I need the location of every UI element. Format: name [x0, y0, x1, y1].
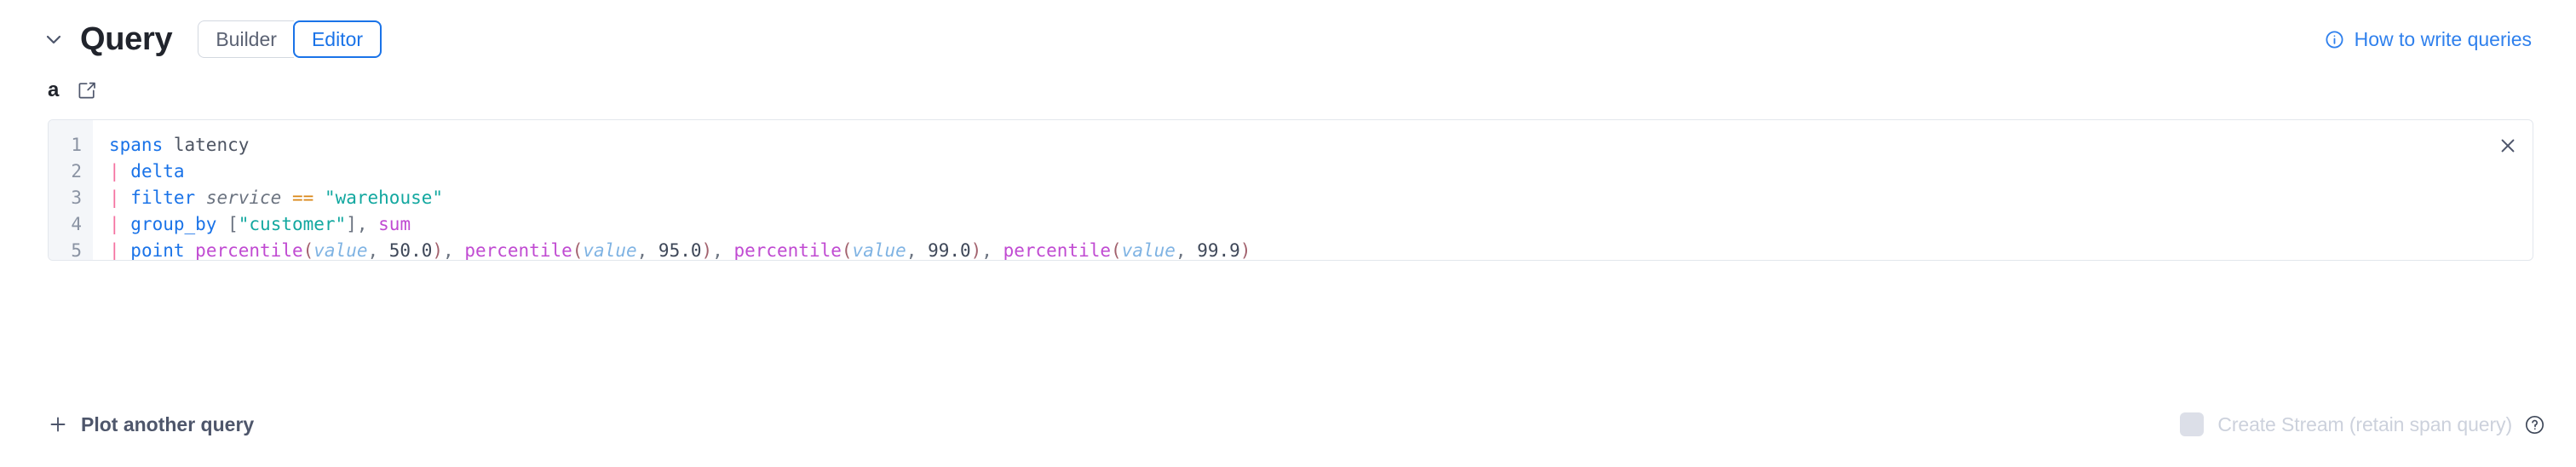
- create-stream-group[interactable]: Create Stream (retain span query): [2180, 412, 2545, 436]
- code-token: 99.9: [1197, 240, 1240, 260]
- code-token: ,: [1175, 240, 1198, 260]
- code-token: percentile: [1003, 240, 1112, 260]
- editor-code-area[interactable]: spans latency | delta | filter service =…: [93, 120, 2533, 260]
- code-token: "customer": [238, 214, 347, 234]
- code-line: | point percentile(value, 50.0), percent…: [109, 238, 2533, 260]
- query-letter-label: a: [48, 78, 60, 101]
- code-token: group_by: [130, 214, 217, 234]
- query-footer: Plot another query Create Stream (retain…: [0, 406, 2576, 443]
- plot-another-query-label: Plot another query: [81, 412, 255, 435]
- code-token: ): [701, 240, 713, 260]
- code-token: ): [432, 240, 444, 260]
- code-token: |: [109, 187, 131, 208]
- edit-pencil-icon[interactable]: [76, 79, 98, 101]
- tab-builder[interactable]: Builder: [198, 20, 294, 58]
- code-token: percentile: [195, 240, 303, 260]
- code-token: delta: [130, 161, 185, 182]
- code-line: | delta: [109, 159, 2533, 185]
- code-token: ): [970, 240, 982, 260]
- code-token: 99.0: [928, 240, 971, 260]
- code-token: ,: [367, 240, 389, 260]
- page-title: Query: [80, 20, 173, 57]
- code-token: ,: [712, 240, 734, 260]
- code-token: filter: [130, 187, 196, 208]
- code-token: sum: [378, 214, 411, 234]
- code-token: percentile: [733, 240, 842, 260]
- line-number: 5: [71, 240, 82, 261]
- query-letter-row: a: [0, 75, 2576, 106]
- code-token: ,: [356, 214, 379, 234]
- query-header: Query Builder Editor How to write querie…: [0, 0, 2576, 78]
- code-token: service: [205, 187, 282, 208]
- code-token: ,: [906, 240, 929, 260]
- code-token: value: [583, 240, 637, 260]
- info-circle-icon: [2325, 30, 2344, 49]
- code-line: | group_by ["customer"], sum: [109, 211, 2533, 238]
- code-token: (: [572, 240, 584, 260]
- line-number: 1: [71, 135, 82, 155]
- code-token: ): [1239, 240, 1251, 260]
- editor-gutter: 1 2 3 4 5: [49, 120, 93, 260]
- code-token: ,: [443, 240, 465, 260]
- line-number: 4: [71, 214, 82, 234]
- code-token: latency: [173, 135, 250, 155]
- query-panel: Query Builder Editor How to write querie…: [0, 0, 2576, 467]
- question-circle-icon[interactable]: [2524, 414, 2545, 435]
- code-token: spans: [109, 135, 164, 155]
- code-token: value: [1121, 240, 1176, 260]
- code-line: | filter service == "warehouse": [109, 185, 2533, 211]
- code-token: percentile: [464, 240, 572, 260]
- line-number: 2: [71, 161, 82, 182]
- code-token: |: [109, 240, 131, 260]
- plus-icon: [48, 414, 68, 435]
- code-token: |: [109, 161, 131, 182]
- code-token: ==: [291, 187, 314, 208]
- code-token: (: [841, 240, 853, 260]
- code-line: spans latency: [109, 132, 2533, 159]
- code-token: [: [227, 214, 239, 234]
- query-editor[interactable]: 1 2 3 4 5 spans latency | delta | filter…: [48, 119, 2533, 261]
- close-icon[interactable]: [2495, 133, 2521, 159]
- code-token: 50.0: [388, 240, 433, 260]
- chevron-down-icon[interactable]: [41, 26, 66, 52]
- code-token: "warehouse": [324, 187, 444, 208]
- code-token: |: [109, 214, 131, 234]
- code-token: value: [313, 240, 368, 260]
- create-stream-checkbox[interactable]: [2180, 412, 2205, 436]
- how-to-write-queries-label: How to write queries: [2354, 27, 2532, 50]
- code-token: 95.0: [658, 240, 702, 260]
- code-token: ]: [346, 214, 357, 234]
- plot-another-query-button[interactable]: Plot another query: [48, 413, 254, 436]
- code-token: (: [302, 240, 314, 260]
- code-token: ,: [981, 240, 1003, 260]
- query-mode-toggle: Builder Editor: [198, 20, 382, 58]
- code-token: value: [852, 240, 906, 260]
- code-token: point: [130, 240, 185, 260]
- code-token: (: [1111, 240, 1122, 260]
- create-stream-label: Create Stream (retain span query): [2217, 412, 2512, 435]
- tab-editor[interactable]: Editor: [292, 20, 382, 58]
- how-to-write-queries-link[interactable]: How to write queries: [2325, 28, 2540, 51]
- line-number: 3: [71, 187, 82, 208]
- code-token: ,: [636, 240, 658, 260]
